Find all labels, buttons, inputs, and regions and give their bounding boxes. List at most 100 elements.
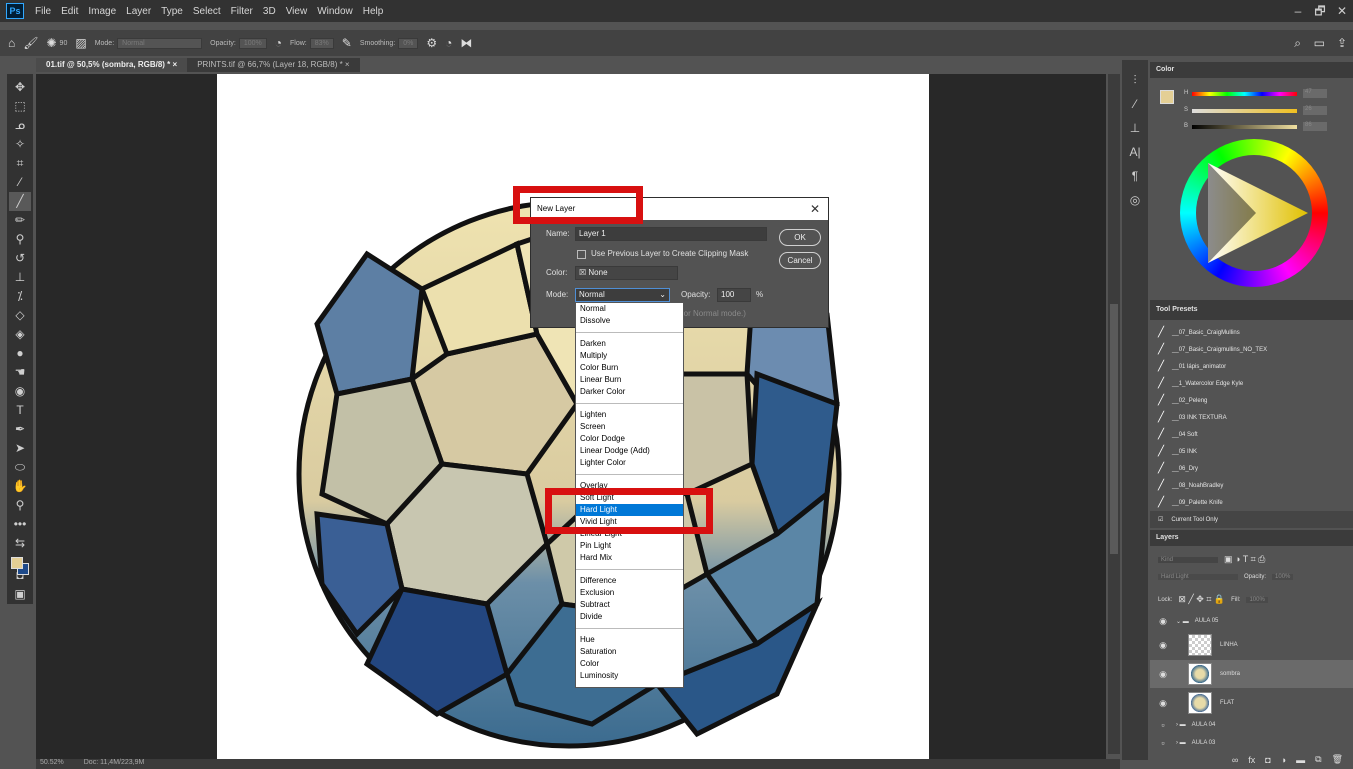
pressure-size-icon[interactable]: ◔ [445,36,452,50]
workspace-icon[interactable]: ▭ [1314,36,1325,50]
tab-prints-tif[interactable]: PRINTS.tif @ 66,7% (Layer 18, RGB/8) * × [187,58,360,72]
brush-settings-panel-icon[interactable]: ⁄ [1122,92,1148,116]
clipping-mask-checkbox[interactable] [577,250,586,259]
type-tool-icon[interactable]: T [16,401,23,420]
pen-tool-icon[interactable]: ✒ [15,420,25,439]
smoothing-field[interactable]: 0% [398,37,419,49]
new-layer-icon[interactable]: ⧉ [1315,754,1321,765]
menu-select[interactable]: Select [188,6,226,17]
fill-field[interactable]: 100% [1246,596,1268,603]
eraser-tool-icon[interactable]: ◇ [15,306,24,325]
eyedropper-tool-icon[interactable]: ⁄ [19,173,21,192]
eye-icon[interactable]: ◉ [1158,669,1168,680]
more-tools-icon[interactable]: ••• [14,515,27,534]
character-panel-icon[interactable]: A| [1122,140,1148,164]
move-tool-icon[interactable]: ✥ [15,78,25,97]
blend-option[interactable]: Lighter Color [576,457,683,469]
hue-value[interactable]: 47 [1303,89,1327,98]
blend-option[interactable]: Luminosity [576,670,683,682]
magic-wand-tool-icon[interactable]: ✧ [15,135,25,154]
layers-title[interactable]: Layers [1150,530,1353,546]
layer-name-input[interactable]: Layer 1 [575,227,767,241]
brightness-value[interactable]: 86 [1303,122,1327,131]
stamp-tool-icon[interactable]: ⊥ [15,268,25,287]
shape-tool-icon[interactable]: ⬭ [15,458,25,477]
history-brush-tool-icon[interactable]: ↺ [15,249,25,268]
crop-tool-icon[interactable]: ⌗ [17,154,24,173]
search-icon[interactable]: ⌕ [1294,36,1301,51]
blend-option[interactable]: Exclusion [576,587,683,599]
airbrush-icon[interactable]: ✎ [342,36,352,50]
preset-item[interactable]: ╱ __06_Dry [1150,460,1353,477]
preset-item[interactable]: ╱ __07_Basic_Craigmullins_NO_TEX [1150,341,1353,358]
eye-icon[interactable]: ◉ [1158,698,1168,709]
menu-layer[interactable]: Layer [121,6,156,17]
fx-icon[interactable]: fx [1248,755,1255,765]
filter-icons[interactable]: ▣ ◑ T ⌗ ⎙ [1224,554,1265,565]
eye-hidden-icon[interactable]: ▫ [1158,720,1168,730]
screen-mode-icon[interactable]: ▣ [14,585,25,604]
paragraph-panel-icon[interactable]: ¶ [1122,164,1148,188]
layer-group-row[interactable]: ▫ › ▬ AULA 04 [1150,718,1353,732]
clone-stamp-tool-icon[interactable]: ⚲ [16,230,25,249]
blend-option[interactable]: Multiply [576,350,683,362]
blend-option[interactable]: Difference [576,575,683,587]
menu-view[interactable]: View [281,6,313,17]
dodge-tool-icon[interactable]: ◉ [15,382,25,401]
flow-field[interactable]: 83% [309,37,334,49]
blend-option[interactable]: Subtract [576,599,683,611]
zoom-level[interactable]: 50.52% [40,759,64,769]
blend-option[interactable]: Lighten [576,409,683,421]
layer-group-row[interactable]: ▫ › ▬ AULA 03 [1150,736,1353,750]
document-canvas[interactable] [217,74,929,759]
zoom-tool-icon[interactable]: ⚲ [16,496,25,515]
blend-option[interactable]: Normal [576,303,683,315]
layer-row[interactable]: ◉ FLAT [1150,690,1353,716]
layer-row-selected[interactable]: ◉ sombra [1150,660,1353,688]
eye-icon[interactable]: ◉ [1158,640,1168,651]
checkbox-icon[interactable]: ☑ [1158,516,1163,523]
menu-window[interactable]: Window [312,6,358,17]
layer-row[interactable]: ◉ LINHA [1150,632,1353,658]
blend-option[interactable]: Darker Color [576,386,683,398]
scrollbar-thumb[interactable] [1110,304,1118,554]
ok-button[interactable]: OK [779,229,821,246]
blend-option[interactable]: Color Burn [576,362,683,374]
current-tool-only-checkbox[interactable]: ☑ Current Tool Only [1150,511,1353,528]
blend-option[interactable]: Screen [576,421,683,433]
blend-option[interactable]: Saturation [576,646,683,658]
foreground-swatch[interactable] [1160,90,1174,104]
share-icon[interactable]: ⇪ [1337,36,1347,50]
saturation-slider[interactable] [1192,109,1297,113]
lasso-tool-icon[interactable]: ᓄ [15,116,25,135]
preset-item[interactable]: ╱ __09_Palette Knife [1150,494,1353,511]
color-panel-title[interactable]: Color [1150,62,1353,78]
smudge-tool-icon[interactable]: ☚ [15,363,26,382]
opacity-input[interactable]: 100 [717,288,751,302]
brush-size-picker[interactable]: ✺ 90 [46,36,67,50]
blend-option[interactable]: Divide [576,611,683,623]
link-icon[interactable]: ∞ [1232,755,1238,765]
pencil-tool-icon[interactable]: ✏ [15,211,25,230]
menu-filter[interactable]: Filter [226,6,258,17]
close-window-button[interactable]: ✕ [1331,0,1353,22]
blend-option[interactable]: Color Dodge [576,433,683,445]
blend-option[interactable]: Linear Dodge (Add) [576,445,683,457]
paint-bucket-tool-icon[interactable]: ◈ [15,325,24,344]
layer-opacity-field[interactable]: 100% [1272,574,1294,580]
mode-select[interactable]: Normal ⌄ [575,288,670,302]
mode-select[interactable]: Normal [117,37,203,49]
swap-colors-icon[interactable]: ⇆ [15,534,25,553]
preset-item[interactable]: ╱ __07_Basic_CraigMullins [1150,324,1353,341]
menu-type[interactable]: Type [156,6,188,17]
tool-presets-title[interactable]: Tool Presets [1150,300,1353,320]
smoothing-settings-gear-icon[interactable]: ⚙ [426,36,437,50]
preset-item[interactable]: ╱ __03 INK TEXTURA [1150,409,1353,426]
preset-item[interactable]: ╱ __02_Peleng [1150,392,1353,409]
minimize-button[interactable]: – [1287,0,1309,22]
preset-item[interactable]: ╱ __01 lápis_animator [1150,358,1353,375]
pressure-opacity-icon[interactable]: ◔ [275,36,282,50]
preset-item[interactable]: ╱ __05 INK [1150,443,1353,460]
brush-tool-icon[interactable]: 🖌 [23,36,38,50]
art-history-tool-icon[interactable]: ⁒ [17,287,22,306]
